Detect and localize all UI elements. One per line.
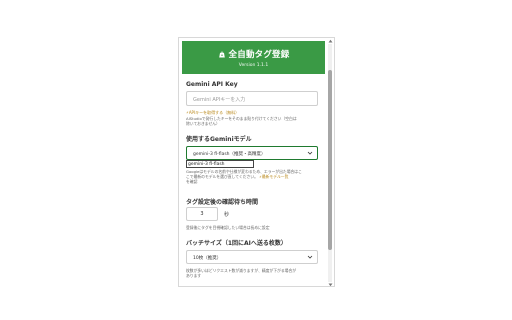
wait-label: タグ設定後の確認待ち時間 <box>186 199 259 206</box>
batch-select[interactable]: 10枚（推奨） <box>186 250 318 264</box>
scroll-down-arrow-icon[interactable] <box>328 283 333 287</box>
batch-selected-value: 10枚（推奨） <box>193 255 222 261</box>
model-hint: Googleはモデルの名前や仕様が変わるため、エラーが出た場合はこ こで最新のモ… <box>186 169 302 184</box>
api-key-placeholder: Gemini APIキーを入力 <box>193 97 246 103</box>
api-key-hint: AIStudioで発行したキーをそのまま貼り付けてください（空白は 除いておきま… <box>186 116 297 126</box>
wait-seconds-input[interactable]: 3 <box>186 207 218 221</box>
model-selected-value: gemini-3 fl-flash（推奨・高精度） <box>193 151 266 157</box>
model-dropdown-option[interactable]: gemini-3 fl-flash <box>186 160 254 168</box>
app-title: 全自動タグ登録 <box>228 50 290 60</box>
header-title-row: 全自動タグ登録 <box>182 48 325 60</box>
popup-panel: 全自動タグ登録 Version 1.1.1 Gemini API Key Gem… <box>178 37 335 287</box>
version-label: Version 1.1.1 <box>238 63 269 68</box>
chevron-down-icon <box>307 151 313 155</box>
scrollbar[interactable] <box>328 39 332 286</box>
wait-hint: 登録後にタグを目視確認したい場合は長めに設定 <box>186 225 270 230</box>
batch-hint: 枚数が多いほどリクエスト数が減りますが、精度が下がる場合が あります <box>186 268 297 278</box>
tag-bag-icon <box>218 51 225 58</box>
model-select[interactable]: gemini-3 fl-flash（推奨・高精度） <box>186 146 318 160</box>
api-key-label: Gemini API Key <box>186 81 238 88</box>
wait-unit: 秒 <box>224 212 230 218</box>
scrollbar-thumb[interactable] <box>328 70 332 250</box>
header-banner: 全自動タグ登録 Version 1.1.1 <box>182 41 325 74</box>
model-label: 使用するGeminiモデル <box>186 136 252 143</box>
batch-label: バッチサイズ（1回にAIへ送る枚数） <box>186 240 287 247</box>
scroll-up-arrow-icon[interactable] <box>328 39 333 43</box>
chevron-down-icon <box>307 255 313 259</box>
api-key-input[interactable]: Gemini APIキーを入力 <box>186 91 318 106</box>
model-list-link[interactable]: ⚡最新モデル一覧 <box>259 174 288 179</box>
